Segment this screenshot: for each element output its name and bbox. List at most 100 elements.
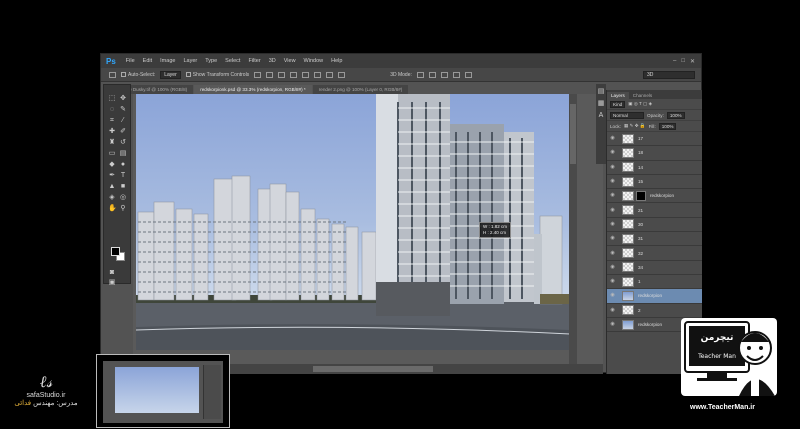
3d-slide-icon[interactable] [452,71,460,78]
screen-mode-icon[interactable]: ▣ [108,279,116,287]
menu-filter[interactable]: Filter [244,58,264,64]
dodge-tool-icon[interactable]: ● [119,161,127,169]
crop-tool-icon[interactable]: ⌗ [108,117,116,125]
visibility-eye-icon[interactable]: ◉ [609,307,616,314]
blur-tool-icon[interactable]: ◆ [108,161,116,169]
close-icon[interactable]: ✕ [690,58,695,65]
hand-tool-icon[interactable]: ✋ [108,205,117,213]
foreground-color-swatch[interactable] [111,247,120,256]
lasso-tool-icon[interactable]: ◌ [108,106,116,114]
workspace-selector[interactable]: 3D [643,71,695,79]
tab-channels[interactable]: Channels [629,92,656,99]
history-panel-icon[interactable]: ▤ [597,88,605,96]
tab-layers[interactable]: Layers [607,92,629,99]
document-canvas[interactable]: W : 1.82 cm H : 2.40 cm [136,94,570,350]
layer-row[interactable]: ◉ redskorpion [607,289,702,304]
visibility-eye-icon[interactable]: ◉ [609,292,616,299]
visibility-eye-icon[interactable]: ◉ [609,192,616,199]
3d-rotate-icon[interactable] [416,71,424,78]
filter-icons[interactable]: ▣ ◎ T ▢ ◈ [628,101,652,107]
brush-tool-icon[interactable]: ✐ [119,128,127,136]
eraser-tool-icon[interactable]: ▭ [108,150,116,158]
shape-tool-icon[interactable]: ■ [119,183,127,191]
eyedropper-icon[interactable]: ⁄ [119,117,127,125]
layer-row[interactable]: ◉ 17 [607,132,702,147]
3d-camera-icon[interactable]: ◎ [119,194,127,202]
layer-row[interactable]: ◉ redskorpion [607,189,702,204]
quick-select-icon[interactable]: ✎ [119,106,127,114]
auto-select-checkbox[interactable]: Auto-Select: [121,72,155,78]
visibility-eye-icon[interactable]: ◉ [609,207,616,214]
menu-select[interactable]: Select [221,58,244,64]
distribute-h-icon[interactable] [338,71,346,78]
layer-mask-thumbnail[interactable] [636,190,646,201]
fill-input[interactable]: 100% [658,122,677,130]
menu-3d[interactable]: 3D [265,58,280,64]
3d-scale-icon[interactable] [464,71,472,78]
menu-help[interactable]: Help [327,58,346,64]
align-center-icon[interactable] [302,71,310,78]
layer-row[interactable]: ◉ 1 [607,275,702,290]
menu-image[interactable]: Image [156,58,179,64]
layer-row[interactable]: ◉ 18 [607,146,702,161]
character-panel-icon[interactable]: A [597,112,605,120]
path-select-icon[interactable]: ▲ [108,183,116,191]
3d-tool-icon[interactable]: ◈ [108,194,116,202]
opacity-input[interactable]: 100% [666,111,685,119]
3d-pan-icon[interactable] [440,71,448,78]
history-brush-icon[interactable]: ↺ [119,139,127,147]
menu-file[interactable]: File [122,58,139,64]
visibility-eye-icon[interactable]: ◉ [609,321,616,328]
zoom-tool-icon[interactable]: ⚲ [119,205,127,213]
auto-select-dropdown[interactable]: Layer [160,70,181,79]
align-right-icon[interactable] [314,71,322,78]
visibility-eye-icon[interactable]: ◉ [609,278,616,285]
healing-brush-icon[interactable]: ✚ [108,128,116,136]
layer-row[interactable]: ◉ 14 [607,161,702,175]
visibility-eye-icon[interactable]: ◉ [609,264,616,271]
align-middle-icon[interactable] [266,71,274,78]
layer-row[interactable]: ◉ 32 [607,246,702,261]
tab-redskorpionk[interactable]: redskorpionk.psd @ 33.3% (redskorpion, R… [194,85,312,94]
vertical-scrollbar[interactable] [569,94,577,364]
layer-row[interactable]: ◉ 2 [607,304,702,318]
show-transform-checkbox[interactable]: Show Transform Controls [185,72,249,78]
quick-mask-icon[interactable]: ◙ [108,269,116,277]
tab-render-2[interactable]: render 2.png @ 100% (Layer 0, RGB/8#) [312,85,409,94]
3d-roll-icon[interactable] [428,71,436,78]
kind-filter-dropdown[interactable]: Kind [610,100,626,108]
align-left-icon[interactable] [290,71,298,78]
tab-dusky[interactable]: 0 Dusky.tif @ 100% (RGB/8) [123,85,194,94]
menu-view[interactable]: View [280,58,300,64]
gradient-tool-icon[interactable]: ▤ [119,150,127,158]
layer-row[interactable]: ◉ 21 [607,203,702,218]
horizontal-scroll-thumb[interactable] [313,366,433,372]
visibility-eye-icon[interactable]: ◉ [609,221,616,228]
menu-edit[interactable]: Edit [139,58,156,64]
align-top-icon[interactable] [254,71,262,78]
marquee-tool-icon[interactable]: ⬚ [108,95,116,103]
layer-row[interactable]: ◉ 30 [607,218,702,233]
layer-row[interactable]: ◉ 15 [607,175,702,190]
move-tool-icon[interactable] [109,71,116,78]
align-bottom-icon[interactable] [278,71,286,78]
layer-row[interactable]: ◉ 31 [607,232,702,247]
visibility-eye-icon[interactable]: ◉ [609,235,616,242]
move-tool-icon[interactable]: ✥ [119,95,127,103]
blend-mode-dropdown[interactable]: Normal [610,111,644,119]
visibility-eye-icon[interactable]: ◉ [609,135,616,142]
properties-panel-icon[interactable]: ▦ [597,100,605,108]
maximize-icon[interactable]: □ [681,58,685,65]
vertical-scroll-thumb[interactable] [570,104,576,164]
visibility-eye-icon[interactable]: ◉ [609,250,616,257]
visibility-eye-icon[interactable]: ◉ [609,149,616,156]
menu-layer[interactable]: Layer [179,58,201,64]
layer-row[interactable]: ◉ 34 [607,261,702,275]
menu-window[interactable]: Window [300,58,328,64]
lock-icons[interactable]: ▦ ✎ ✥ 🔒 [624,123,646,129]
visibility-eye-icon[interactable]: ◉ [609,178,616,185]
distribute-icon[interactable] [326,71,334,78]
minimize-icon[interactable]: – [673,58,676,65]
pen-tool-icon[interactable]: ✒ [108,172,116,180]
menu-type[interactable]: Type [201,58,221,64]
